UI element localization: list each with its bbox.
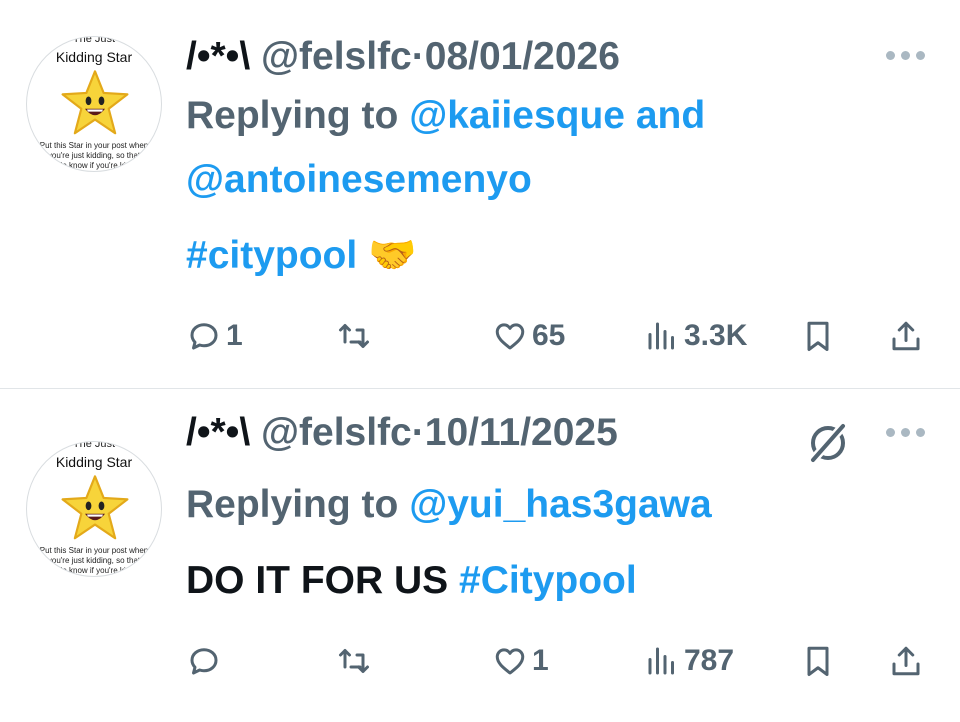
tweet-text: #citypool 🤝 [186,232,417,278]
avatar-caption-top: The Just [72,441,116,450]
reply-icon [190,323,218,350]
bookmark-button[interactable] [800,316,836,356]
avatar-caption-title: Kidding Star [55,49,133,65]
avatar-caption-small-3: people know if you're kidding [42,161,146,170]
reply-icon [190,648,218,675]
no-circle-icon [807,420,849,466]
avatar-caption-small-2: you're just kidding, so that [47,151,141,160]
avatar[interactable]: The Just Kidding Star Put this Star in y… [26,36,162,172]
views-icon [648,647,674,675]
bookmark-icon [807,321,829,351]
views-button[interactable]: 787 [644,641,734,681]
tweet[interactable]: The Just Kidding Star Put this Star in y… [0,389,960,722]
like-icon [495,323,525,350]
tweet-date[interactable]: 08/01/2026 [425,35,620,78]
views-button[interactable]: 3.3K [644,316,747,356]
retweet-icon [339,649,369,673]
like-count: 65 [532,319,566,352]
hashtag-link[interactable]: #citypool [186,234,357,277]
like-button[interactable]: 1 [492,641,549,681]
display-name[interactable]: /•*•\ [186,411,250,454]
share-button[interactable] [888,641,924,681]
mention-link[interactable]: @kaiiesque [409,94,625,137]
retweet-icon [339,324,369,348]
separator: · [411,35,425,78]
retweet-button[interactable] [336,316,376,356]
handle[interactable]: @felslfc [261,411,412,454]
star-icon [61,475,129,540]
like-count: 1 [532,644,549,677]
reply-count: 1 [226,319,243,352]
tweet[interactable]: The Just Kidding Star Put this Star in y… [0,0,960,388]
like-icon [495,648,525,675]
tweet-header: /•*•\ @felslfc·10/11/2025 [186,409,618,457]
reply-button[interactable] [186,641,226,681]
handshake-emoji: 🤝 [368,233,417,278]
avatar-caption-small-3: people know if you're kidding [42,566,146,575]
share-button[interactable] [888,316,924,356]
bookmark-button[interactable] [800,641,836,681]
reply-button[interactable]: 1 [186,316,243,356]
handle[interactable]: @felslfc [261,35,412,78]
avatar-caption-title: Kidding Star [55,454,133,470]
hashtag-link[interactable]: #Citypool [459,559,637,602]
share-icon [892,646,920,676]
avatar-caption-small-1: Put this Star in your post when [39,546,149,555]
more-icon[interactable] [884,48,928,62]
mention-joiner: and [635,94,706,137]
tweet-header: /•*•\ @felslfc·08/01/2026 [186,33,620,81]
mention-link[interactable]: @yui_has3gawa [409,483,712,526]
tweet-date[interactable]: 10/11/2025 [425,411,618,454]
separator: · [411,411,425,454]
share-icon [892,321,920,351]
replying-prefix: Replying to [186,94,399,137]
replying-to: Replying to @yui_has3gawa [186,473,926,537]
avatar[interactable]: The Just Kidding Star Put this Star in y… [26,441,162,577]
bookmark-icon [807,646,829,676]
views-count: 3.3K [684,319,748,352]
avatar-caption-top: The Just [72,36,116,45]
tweet-body: DO IT FOR US [186,559,449,602]
avatar-caption-small-2: you're just kidding, so that [47,556,141,565]
mention-link[interactable]: @antoinesemenyo [186,158,532,201]
replying-to: Replying to @kaiiesque and @antoinesemen… [186,84,926,212]
avatar-caption-small-1: Put this Star in your post when [39,141,149,150]
star-icon [61,70,129,135]
more-icon[interactable] [884,425,928,439]
tweet-text: DO IT FOR US #Citypool [186,559,637,603]
views-count: 787 [684,644,735,677]
like-button[interactable]: 65 [492,316,565,356]
views-icon [648,322,674,350]
display-name[interactable]: /•*•\ [186,35,250,78]
replying-prefix: Replying to [186,483,399,526]
retweet-button[interactable] [336,641,376,681]
